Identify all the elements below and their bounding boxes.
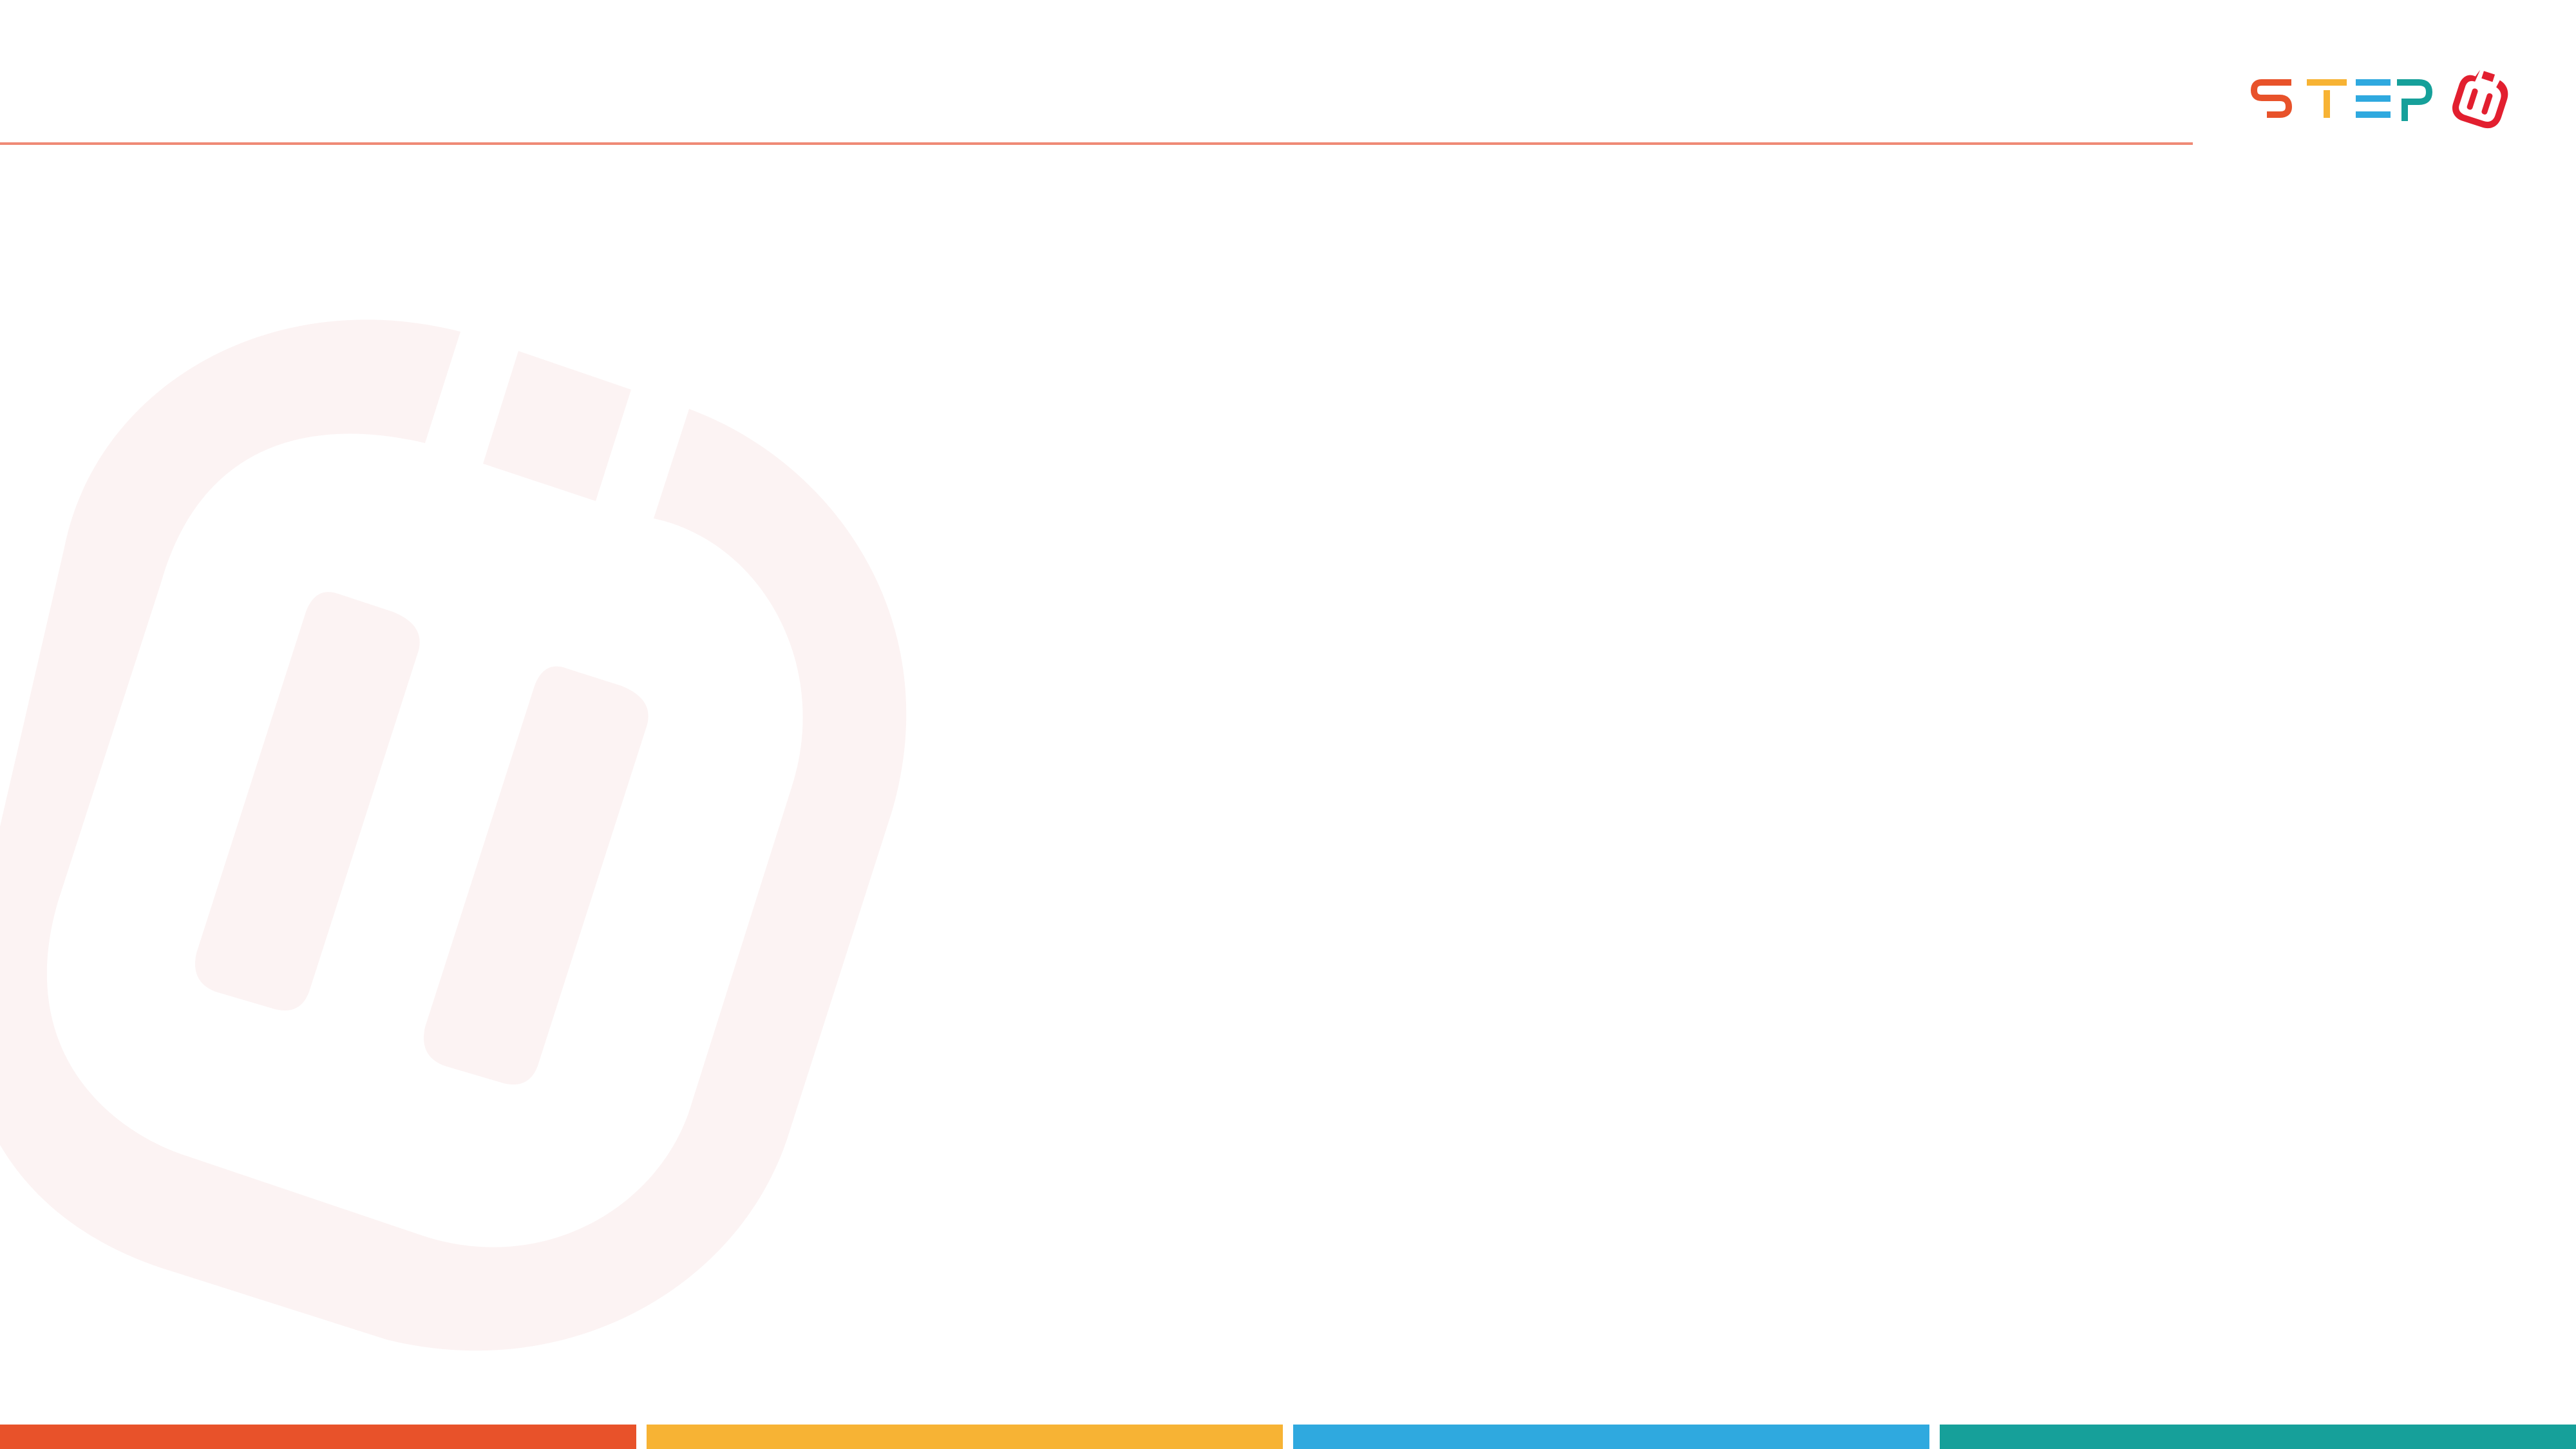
- watermark-bag-icon: [0, 319, 907, 1351]
- footer-color-bars: [0, 1425, 2576, 1449]
- footer-bar-yellow: [647, 1425, 1283, 1449]
- footer-bar-orange: [0, 1425, 636, 1449]
- logo-letter-t: [2307, 79, 2347, 118]
- watermark-notch: [483, 351, 631, 501]
- step-logo: [2250, 70, 2508, 129]
- slide: [0, 0, 2576, 1449]
- header-rule: [0, 142, 2193, 145]
- watermark-bag-outline: [0, 319, 907, 1351]
- footer-bar-teal: [1940, 1425, 2576, 1449]
- watermark-inner-bar-left: [195, 592, 420, 1011]
- logo-letter-s: [2250, 79, 2293, 118]
- watermark-inner-bar-right: [424, 666, 649, 1085]
- logo-letter-p: [2397, 79, 2433, 121]
- logo-bag-icon: [2452, 70, 2508, 129]
- footer-bar-blue: [1293, 1425, 1929, 1449]
- logo-letter-e: [2356, 79, 2391, 118]
